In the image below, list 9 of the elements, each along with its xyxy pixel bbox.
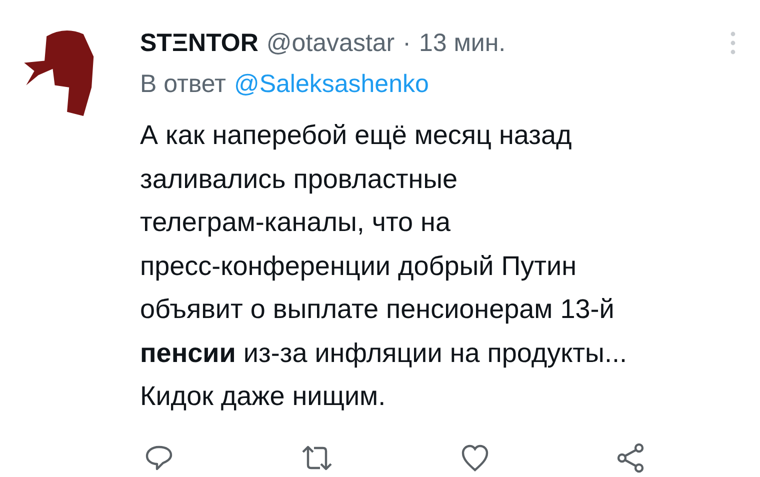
heart-icon[interactable] [460, 442, 490, 472]
reply-mention-link[interactable]: @Saleksashenko [234, 70, 429, 98]
reply-label: В ответ [140, 70, 226, 98]
tweet-time[interactable]: 13 мин. [418, 28, 506, 58]
tweet-text: А как наперебой ещё месяц назад заливались провластные телеграм-каналы, что на пресс-конференции добрый Путин объявит о выплате пенсионерам 13-й пенсии из-за инфляции на продукты... Кидок даже нищим. [140, 119, 628, 413]
display-name[interactable]: STΞNTOR [140, 28, 258, 58]
user-handle[interactable]: @otavastar [266, 28, 395, 58]
share-icon[interactable] [616, 442, 646, 472]
separator-dot: · [402, 28, 411, 58]
